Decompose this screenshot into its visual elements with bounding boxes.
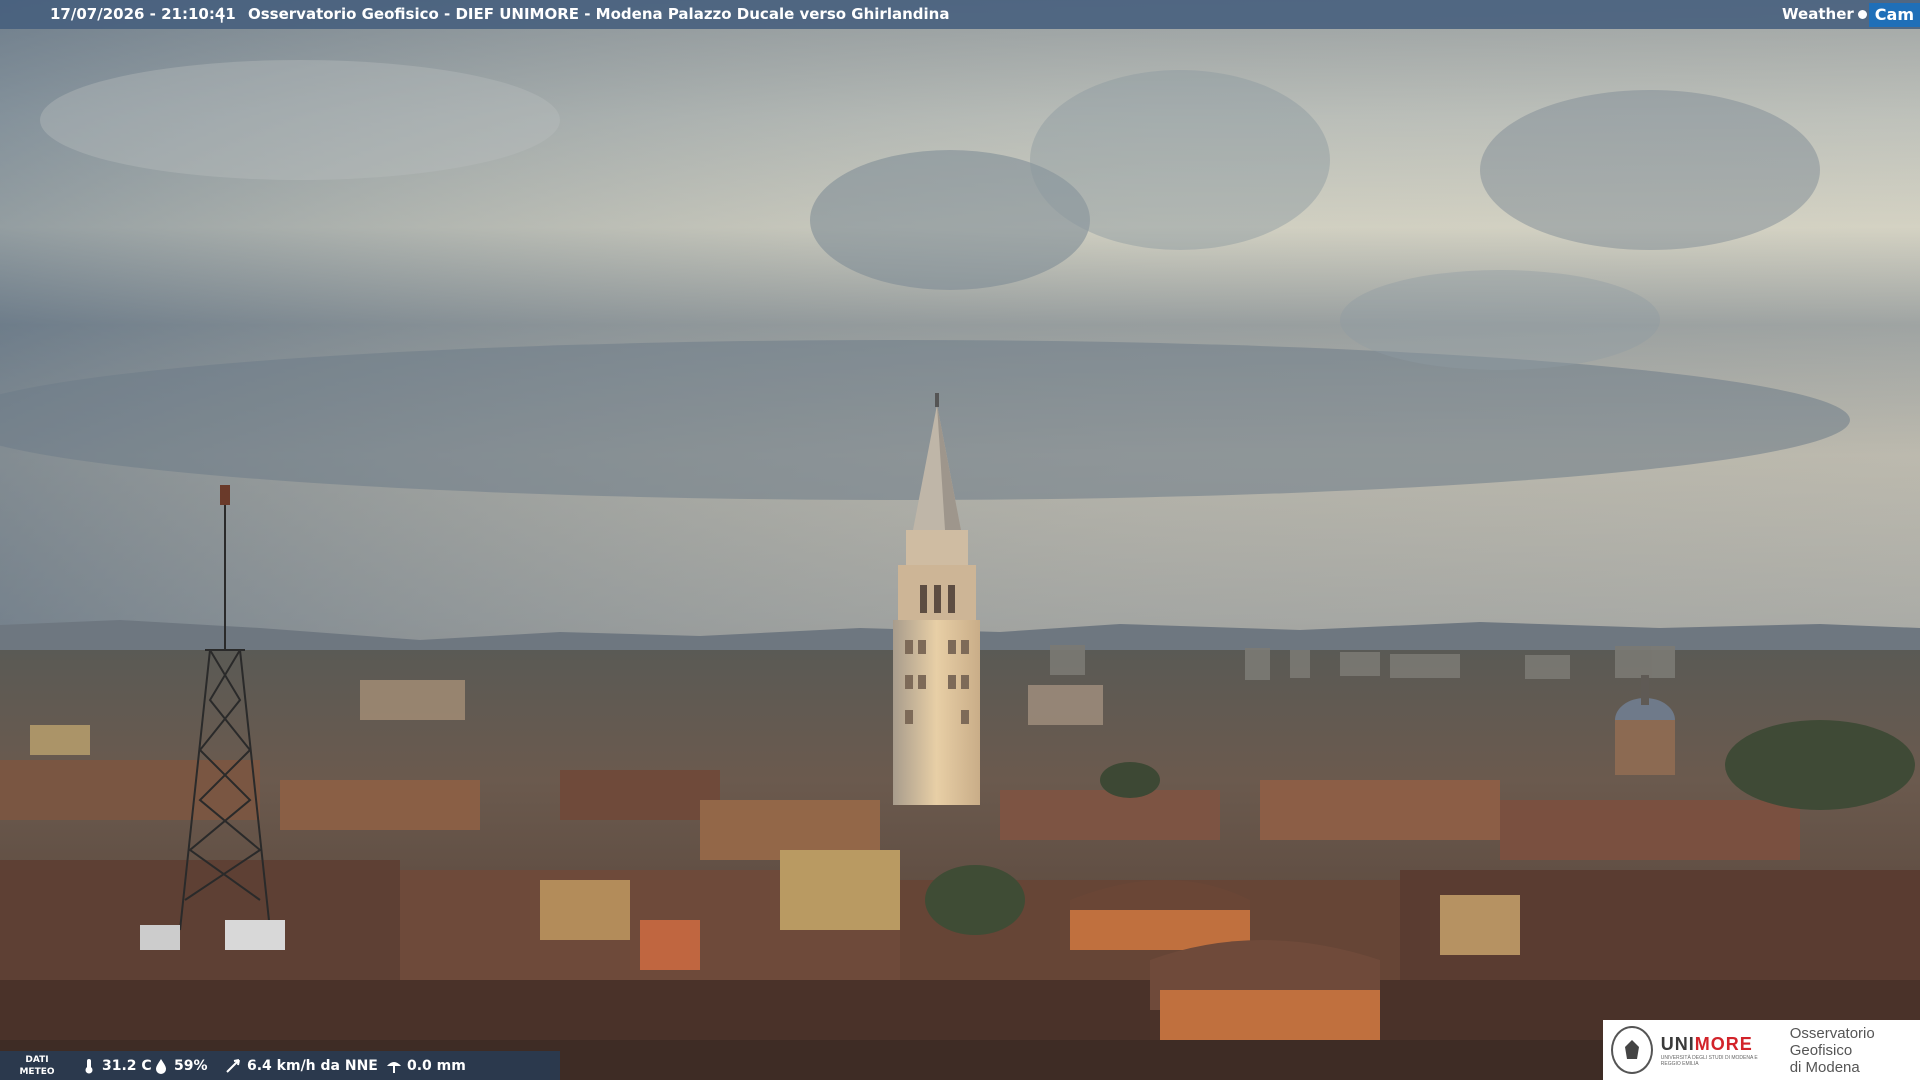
weather-data-label: DATI METEO <box>19 1055 55 1077</box>
wind-value: 6.4 km/h da NNE <box>247 1057 378 1074</box>
brand-weather-text: Weather <box>1782 5 1854 23</box>
rain-value: 0.0 mm <box>407 1057 466 1074</box>
timestamp: 17/07/2026 - 21:10:41 <box>50 5 236 23</box>
weathercam-logo: Weather Cam <box>1782 0 1920 29</box>
humidity-icon <box>156 1058 166 1074</box>
rain-icon <box>387 1061 401 1073</box>
university-seal-icon <box>1611 1026 1653 1074</box>
brand-cam-text: Cam <box>1868 2 1920 27</box>
humidity-readout: 59% <box>152 1051 208 1080</box>
unimore-observatory-logo: UNIMORE UNIVERSITÀ DEGLI STUDI DI MODENA… <box>1603 1020 1920 1080</box>
webcam-scene <box>0 0 1920 1080</box>
brand-dot-icon <box>1857 10 1867 19</box>
temperature-value: 31.2 C <box>102 1057 152 1074</box>
weather-data-bar: DATI METEO 31.2 C 59% 6.4 km/h da NNE 0.… <box>0 1051 560 1080</box>
header-separator: | <box>219 5 225 23</box>
observatory-name: Osservatorio Geofisico di Modena <box>1789 1024 1875 1076</box>
unimore-wordmark: UNIMORE UNIVERSITÀ DEGLI STUDI DI MODENA… <box>1660 1033 1758 1067</box>
rain-readout: 0.0 mm <box>385 1051 466 1080</box>
webcam-title: Osservatorio Geofisico - DIEF UNIMORE - … <box>248 5 950 23</box>
webcam-header-bar: 17/07/2026 - 21:10:41 | Osservatorio Geo… <box>0 0 1920 29</box>
temperature-readout: 31.2 C <box>80 1051 152 1080</box>
wind-readout: 6.4 km/h da NNE <box>225 1051 378 1080</box>
humidity-value: 59% <box>174 1057 208 1074</box>
wind-icon <box>226 1058 240 1073</box>
thermometer-icon <box>85 1058 93 1073</box>
